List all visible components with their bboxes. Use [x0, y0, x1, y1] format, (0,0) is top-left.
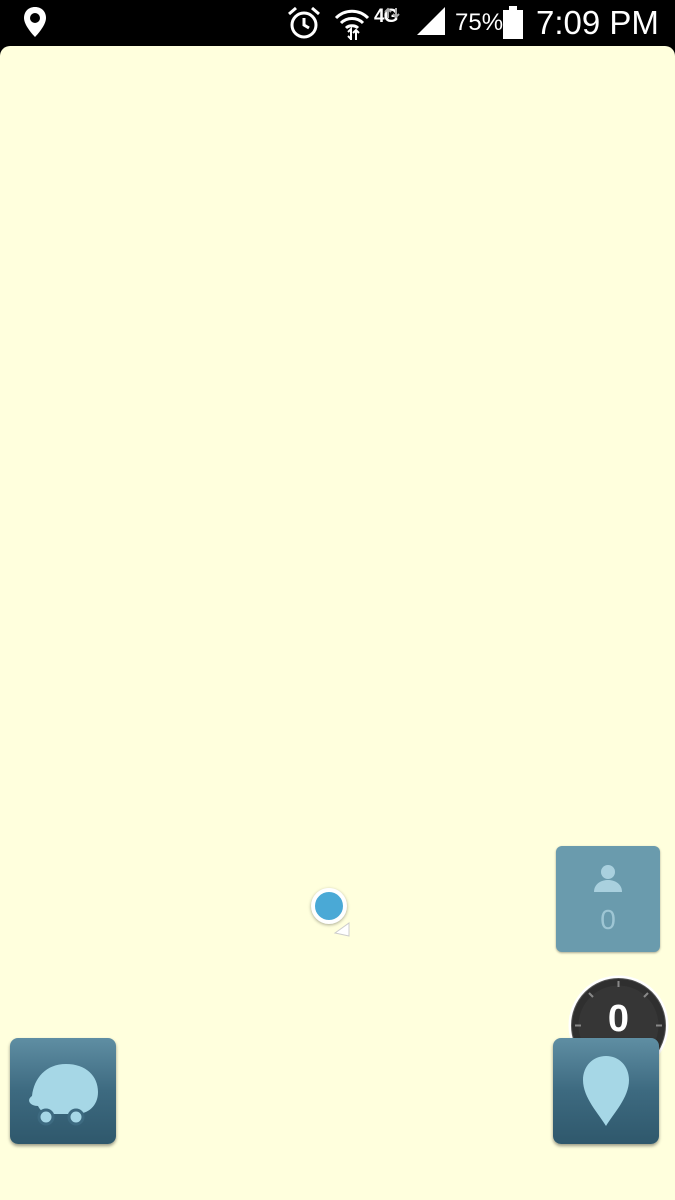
status-bar: 4G 75% 7:09 PM [0, 0, 675, 46]
current-location-marker [311, 888, 351, 940]
location-icon [22, 6, 48, 43]
person-icon [592, 862, 624, 899]
map-view[interactable]: 0 0 mph [0, 46, 675, 1200]
app-screen: 4G 75% 7:09 PM 0 0 [0, 0, 675, 1200]
status-time: 7:09 PM [536, 4, 659, 41]
battery-icon [502, 6, 524, 45]
alarm-icon [286, 6, 322, 45]
battery-percent: 75% [455, 9, 504, 36]
search-button[interactable] [553, 1038, 659, 1144]
location-dot [311, 888, 347, 924]
wifi-icon [334, 6, 370, 47]
speed-value: 0 [607, 998, 630, 1040]
friends-count: 0 [600, 904, 616, 935]
menu-button[interactable] [10, 1038, 116, 1144]
network-arrows-icon [383, 6, 401, 24]
signal-icon [416, 6, 446, 41]
friends-button[interactable]: 0 [556, 846, 660, 952]
